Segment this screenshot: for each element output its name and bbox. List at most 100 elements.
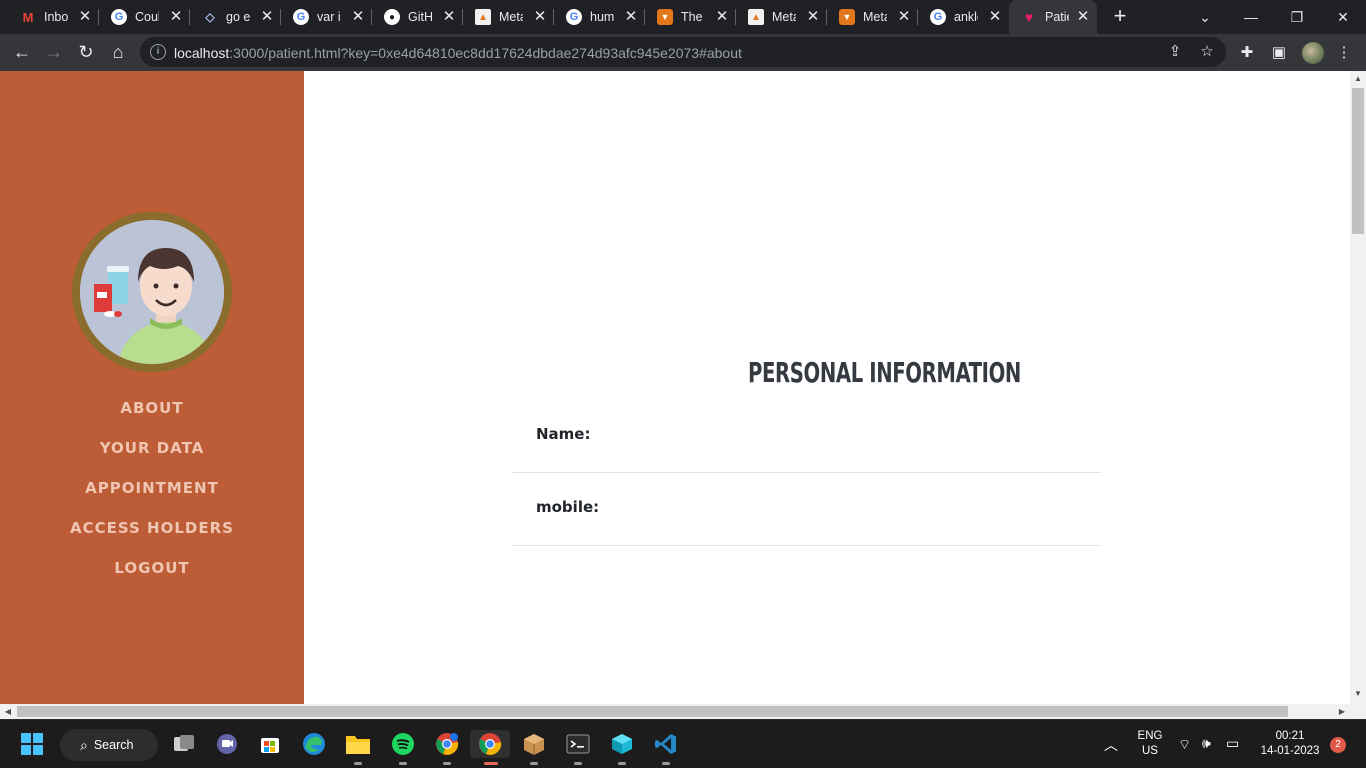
side-panel-icon[interactable]: ▣ — [1269, 43, 1289, 63]
horizontal-scroll-thumb[interactable] — [17, 706, 1288, 717]
vertical-scroll-thumb[interactable] — [1352, 88, 1364, 234]
tab-title: go et — [226, 10, 250, 24]
close-icon[interactable]: ✕ — [896, 9, 912, 25]
battery-icon[interactable]: ▭ — [1226, 735, 1239, 752]
window-close-icon[interactable]: ✕ — [1320, 0, 1366, 34]
teams-chat-icon[interactable] — [213, 730, 241, 758]
tab-title: GitHu — [408, 10, 432, 24]
terminal-icon[interactable] — [564, 730, 592, 765]
chrome-profile-icon[interactable] — [433, 730, 461, 765]
tab-google-var-ip[interactable]: G var ip ✕ — [281, 0, 372, 34]
close-icon[interactable]: ✕ — [805, 9, 821, 25]
microsoft-store-icon[interactable] — [256, 730, 284, 758]
close-icon[interactable]: ✕ — [1075, 9, 1091, 25]
volume-icon[interactable]: 🕪 — [1202, 735, 1211, 752]
metamask-fox-icon: ▼ — [839, 9, 855, 25]
chrome-active-icon[interactable] — [470, 730, 510, 765]
taskbar-search[interactable]: ⌕ Search — [60, 729, 158, 761]
close-icon[interactable]: ✕ — [532, 9, 548, 25]
horizontal-scrollbar[interactable]: ◀ ▶ — [0, 704, 1366, 719]
new-tab-plus-icon[interactable]: + — [1108, 5, 1132, 29]
close-icon[interactable]: ✕ — [77, 9, 93, 25]
clock-time: 00:21 — [1275, 730, 1305, 742]
close-icon[interactable]: ✕ — [714, 9, 730, 25]
address-bar[interactable]: i localhost:3000/patient.html?key=0xe4d6… — [140, 37, 1226, 67]
3d-cube-app-icon[interactable] — [608, 730, 636, 765]
browser-tab-strip: M Inbox ✕ G Coul ✕ ◇ go et ✕ G var ip ✕ … — [0, 0, 1366, 34]
bookmark-star-icon[interactable]: ☆ — [1198, 43, 1216, 61]
nav-link-appointment[interactable]: APPOINTMENT — [85, 477, 219, 499]
tab-metamask-fox-2[interactable]: ▼ Meta ✕ — [827, 0, 918, 34]
tab-metamask-store-2[interactable]: ▲ Meta ✕ — [736, 0, 827, 34]
windows-taskbar: ⌕ Search ︿ ENG US ⌔ 🕪 ▭ 00:21 14-01-2023… — [0, 719, 1366, 768]
edge-browser-icon[interactable] — [300, 730, 328, 758]
url-host: localhost — [174, 45, 230, 61]
wifi-icon[interactable]: ⌔ — [1178, 736, 1191, 754]
search-label: Search — [93, 738, 134, 752]
scroll-left-arrow-icon[interactable]: ◀ — [0, 704, 16, 719]
field-label: Name: — [536, 425, 591, 443]
notification-badge[interactable]: 2 — [1330, 737, 1346, 753]
language-indicator[interactable]: ENG US — [1133, 730, 1167, 757]
task-view-icon[interactable] — [170, 730, 198, 758]
file-explorer-icon[interactable] — [344, 730, 372, 765]
tab-title: Patie — [1045, 10, 1069, 24]
language-code: ENG — [1137, 730, 1163, 742]
close-icon[interactable]: ✕ — [259, 9, 275, 25]
nav-link-about[interactable]: ABOUT — [120, 397, 183, 419]
close-icon[interactable]: ✕ — [350, 9, 366, 25]
more-menu-icon[interactable]: ⋮ — [1334, 43, 1354, 63]
tab-title: Meta — [863, 10, 887, 24]
restore-icon[interactable]: ❐ — [1274, 0, 1320, 34]
site-info-icon[interactable]: i — [150, 44, 166, 60]
nav-link-access-holders[interactable]: ACCESS HOLDERS — [70, 517, 234, 539]
gmail-icon: M — [22, 9, 34, 25]
heartbeat-icon: ♥ — [1024, 9, 1034, 25]
sidebar-nav: ABOUT YOUR DATA APPOINTMENT ACCESS HOLDE… — [0, 397, 304, 597]
tab-patient-active[interactable]: ♥ Patie ✕ — [1009, 0, 1097, 34]
field-label: mobile: — [536, 498, 600, 516]
share-icon[interactable]: ⇪ — [1166, 43, 1184, 61]
tab-search-chevron-icon[interactable]: ⌄ — [1182, 0, 1228, 34]
close-icon[interactable]: ✕ — [623, 9, 639, 25]
vscode-icon[interactable] — [652, 730, 680, 765]
extensions-puzzle-icon[interactable]: ✚ — [1237, 43, 1257, 63]
info-row-name: Name: — [512, 400, 1101, 473]
minimize-icon[interactable]: — — [1228, 0, 1274, 34]
spotify-icon[interactable] — [389, 730, 417, 765]
sidebar: ABOUT YOUR DATA APPOINTMENT ACCESS HOLDE… — [0, 71, 304, 704]
back-arrow-icon[interactable]: ← — [8, 38, 36, 66]
tab-google-huml[interactable]: G huml ✕ — [554, 0, 645, 34]
profile-avatar[interactable] — [1302, 42, 1324, 64]
windows-start-icon[interactable] — [18, 730, 46, 758]
close-icon[interactable]: ✕ — [441, 9, 457, 25]
show-hidden-icons-chevron-icon[interactable]: ︿ — [1104, 735, 1118, 755]
reload-icon[interactable]: ↻ — [72, 38, 100, 66]
tab-metamask-fox-1[interactable]: ▼ The c ✕ — [645, 0, 736, 34]
scroll-up-arrow-icon[interactable]: ▲ — [1350, 71, 1366, 87]
patient-avatar — [72, 212, 232, 372]
nav-link-logout[interactable]: LOGOUT — [114, 557, 189, 579]
tab-metamask-store-1[interactable]: ▲ Meta ✕ — [463, 0, 554, 34]
tab-title: Meta — [772, 10, 796, 24]
package-box-icon[interactable] — [520, 730, 548, 765]
tab-google-ankle[interactable]: G ankle ✕ — [918, 0, 1009, 34]
tab-go-eth[interactable]: ◇ go et ✕ — [190, 0, 281, 34]
ethereum-icon: ◇ — [205, 10, 215, 24]
clock[interactable]: 00:21 14-01-2023 — [1255, 730, 1325, 757]
tab-title: The c — [681, 10, 705, 24]
github-icon: ● — [384, 9, 400, 25]
url-text[interactable]: localhost:3000/patient.html?key=0xe4d648… — [174, 45, 742, 61]
home-icon[interactable]: ⌂ — [104, 38, 132, 66]
nav-link-your-data[interactable]: YOUR DATA — [100, 437, 205, 459]
tab-title: ankle — [954, 10, 978, 24]
close-icon[interactable]: ✕ — [168, 9, 184, 25]
tab-github[interactable]: ● GitHu ✕ — [372, 0, 463, 34]
forward-arrow-icon[interactable]: → — [40, 38, 68, 66]
close-icon[interactable]: ✕ — [987, 9, 1003, 25]
vertical-scrollbar[interactable]: ▲ ▼ — [1350, 71, 1366, 704]
scroll-down-arrow-icon[interactable]: ▼ — [1350, 686, 1366, 702]
tab-inbox[interactable]: M Inbox ✕ — [8, 0, 99, 34]
tab-google-coul[interactable]: G Coul ✕ — [99, 0, 190, 34]
scroll-right-arrow-icon[interactable]: ▶ — [1334, 704, 1350, 719]
